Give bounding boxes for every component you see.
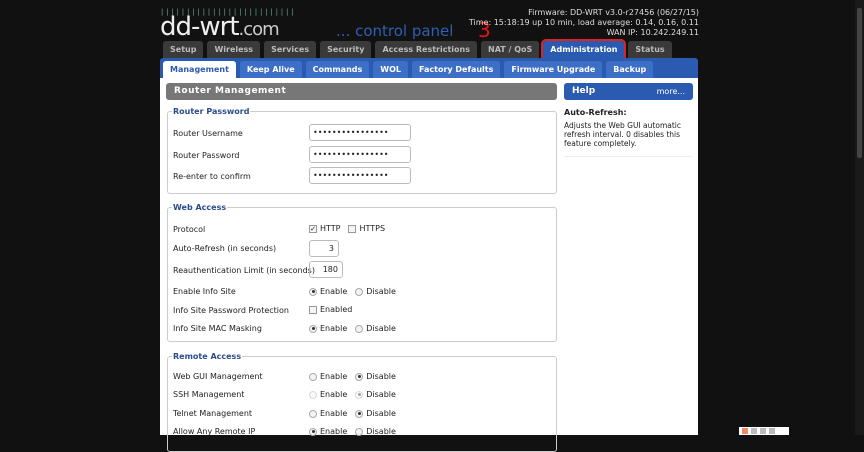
router-info: Firmware: DD-WRT v3.0-r27456 (06/27/15) … <box>469 8 699 38</box>
remote-access-section: Remote Access Web GUI Management Enable D… <box>167 352 557 452</box>
tab-wireless[interactable]: Wireless <box>207 41 261 58</box>
mac-enable-radio[interactable] <box>309 324 317 333</box>
tab-access-restrictions[interactable]: Access Restrictions <box>375 41 477 58</box>
subtab-backup[interactable]: Backup <box>606 61 654 78</box>
disable-label: Disable <box>366 390 396 399</box>
tray-icon[interactable] <box>742 428 748 434</box>
logo: |||||||||||||||||||||||||| dd-wrt.com <box>160 8 296 42</box>
tab-security[interactable]: Security <box>320 41 372 58</box>
tab-administration[interactable]: Administration <box>541 39 627 60</box>
enable-label: Enable <box>320 324 348 333</box>
tray-icon[interactable] <box>751 428 757 434</box>
anyip-disable-radio[interactable] <box>355 427 364 436</box>
firmware-info: Firmware: DD-WRT v3.0-r27456 (06/27/15) <box>528 8 699 17</box>
telnet-disable-radio[interactable] <box>355 409 364 418</box>
https-checkbox[interactable] <box>348 224 357 233</box>
enable-label: Enable <box>320 372 348 381</box>
router-password-section: Router Password Router Username ••••••••… <box>167 107 557 194</box>
infosite-disable-radio[interactable] <box>355 287 364 296</box>
help-body: Auto-Refresh: Adjusts the Web GUI automa… <box>564 108 693 157</box>
logo-suffix: .com <box>238 19 280 40</box>
tray-icon[interactable] <box>769 428 775 434</box>
password-label: Router Password <box>173 150 240 160</box>
subtab-factory-defaults[interactable]: Factory Defaults <box>412 61 501 78</box>
system-tray <box>739 427 789 435</box>
web-access-section: Web Access Protocol ✓ HTTP HTTPS Auto-Refr… <box>167 203 557 342</box>
subtab-commands[interactable]: Commands <box>305 61 370 78</box>
webgui-label: Web GUI Management <box>173 371 263 381</box>
anyip-enable-radio[interactable] <box>309 427 317 436</box>
confirm-password-input[interactable]: •••••••••••••••• <box>309 167 411 184</box>
subtab-firmware-upgrade[interactable]: Firmware Upgrade <box>504 61 603 78</box>
webgui-enable-radio[interactable] <box>309 372 317 381</box>
any-remote-ip-label: Allow Any Remote IP <box>173 426 256 436</box>
subtab-management[interactable]: Management <box>163 61 236 78</box>
help-topic: Auto-Refresh: <box>564 108 627 117</box>
infosite-label: Enable Info Site <box>173 286 236 296</box>
username-input[interactable]: •••••••••••••••• <box>309 124 411 141</box>
infosite-password-label: Info Site Password Protection <box>173 305 289 315</box>
uptime-info: Time: 15:18:19 up 10 min, load average: … <box>468 18 699 27</box>
reauth-label: Reauthentication Limit (in seconds) <box>173 265 315 275</box>
http-label: HTTP <box>320 224 341 233</box>
autorefresh-input[interactable]: 3 <box>309 240 339 257</box>
logo-text: dd-wrt <box>160 12 240 42</box>
scrollbar-thumb[interactable] <box>857 8 862 158</box>
wan-ip: WAN IP: 10.242.249.11 <box>606 28 699 37</box>
tab-services[interactable]: Services <box>264 41 317 58</box>
tab-setup[interactable]: Setup <box>163 41 204 58</box>
section-legend: Web Access <box>173 203 227 212</box>
webgui-disable-radio[interactable] <box>355 372 364 381</box>
password-input[interactable]: •••••••••••••••• <box>309 146 411 163</box>
enable-label: Enable <box>320 390 348 399</box>
http-checkbox[interactable]: ✓ <box>309 224 317 233</box>
disable-label: Disable <box>366 324 396 333</box>
section-legend: Remote Access <box>173 352 242 361</box>
page-title: Router Management <box>166 83 557 100</box>
help-more-link[interactable]: more... <box>657 83 685 100</box>
enable-label: Enable <box>320 409 348 418</box>
subtab-wol[interactable]: WOL <box>373 61 408 78</box>
telnet-enable-radio[interactable] <box>309 409 317 418</box>
infosite-enable-radio[interactable] <box>309 287 317 296</box>
help-text: Adjusts the Web GUI automatic refresh in… <box>564 121 681 148</box>
ssh-enable-radio[interactable] <box>309 390 317 399</box>
tagline: ... control panel <box>336 22 454 40</box>
ssh-disable-radio[interactable] <box>355 390 364 399</box>
help-header: Help more... <box>564 83 693 100</box>
enable-label: Enable <box>320 287 348 296</box>
telnet-label: Telnet Management <box>173 408 253 418</box>
help-title: Help <box>572 86 596 96</box>
content-area: Router Management Help more... Auto-Refre… <box>160 78 698 452</box>
section-legend: Router Password <box>173 107 250 116</box>
username-label: Router Username <box>173 128 243 138</box>
autorefresh-label: Auto-Refresh (in seconds) <box>173 243 277 253</box>
mac-masking-label: Info Site MAC Masking <box>173 323 262 333</box>
tab-nat-qos[interactable]: NAT / QoS <box>481 41 540 58</box>
main-tabs: Setup Wireless Services Security Access … <box>163 39 672 60</box>
tab-status[interactable]: Status <box>628 41 672 58</box>
tray-icon[interactable] <box>760 428 766 434</box>
mac-disable-radio[interactable] <box>355 324 364 333</box>
disable-label: Disable <box>366 372 396 381</box>
sub-tabs: Management Keep Alive Commands WOL Facto… <box>163 61 654 78</box>
enabled-label: Enabled <box>320 305 353 314</box>
protocol-label: Protocol <box>173 224 206 234</box>
https-label: HTTPS <box>359 224 386 233</box>
infosite-password-checkbox[interactable] <box>309 305 317 314</box>
disable-label: Disable <box>366 409 396 418</box>
reauth-input[interactable]: 180 <box>309 261 343 278</box>
ssh-label: SSH Management <box>173 389 245 399</box>
subtab-keep-alive[interactable]: Keep Alive <box>239 61 302 78</box>
confirm-label: Re-enter to confirm <box>173 171 251 181</box>
disable-label: Disable <box>366 287 396 296</box>
